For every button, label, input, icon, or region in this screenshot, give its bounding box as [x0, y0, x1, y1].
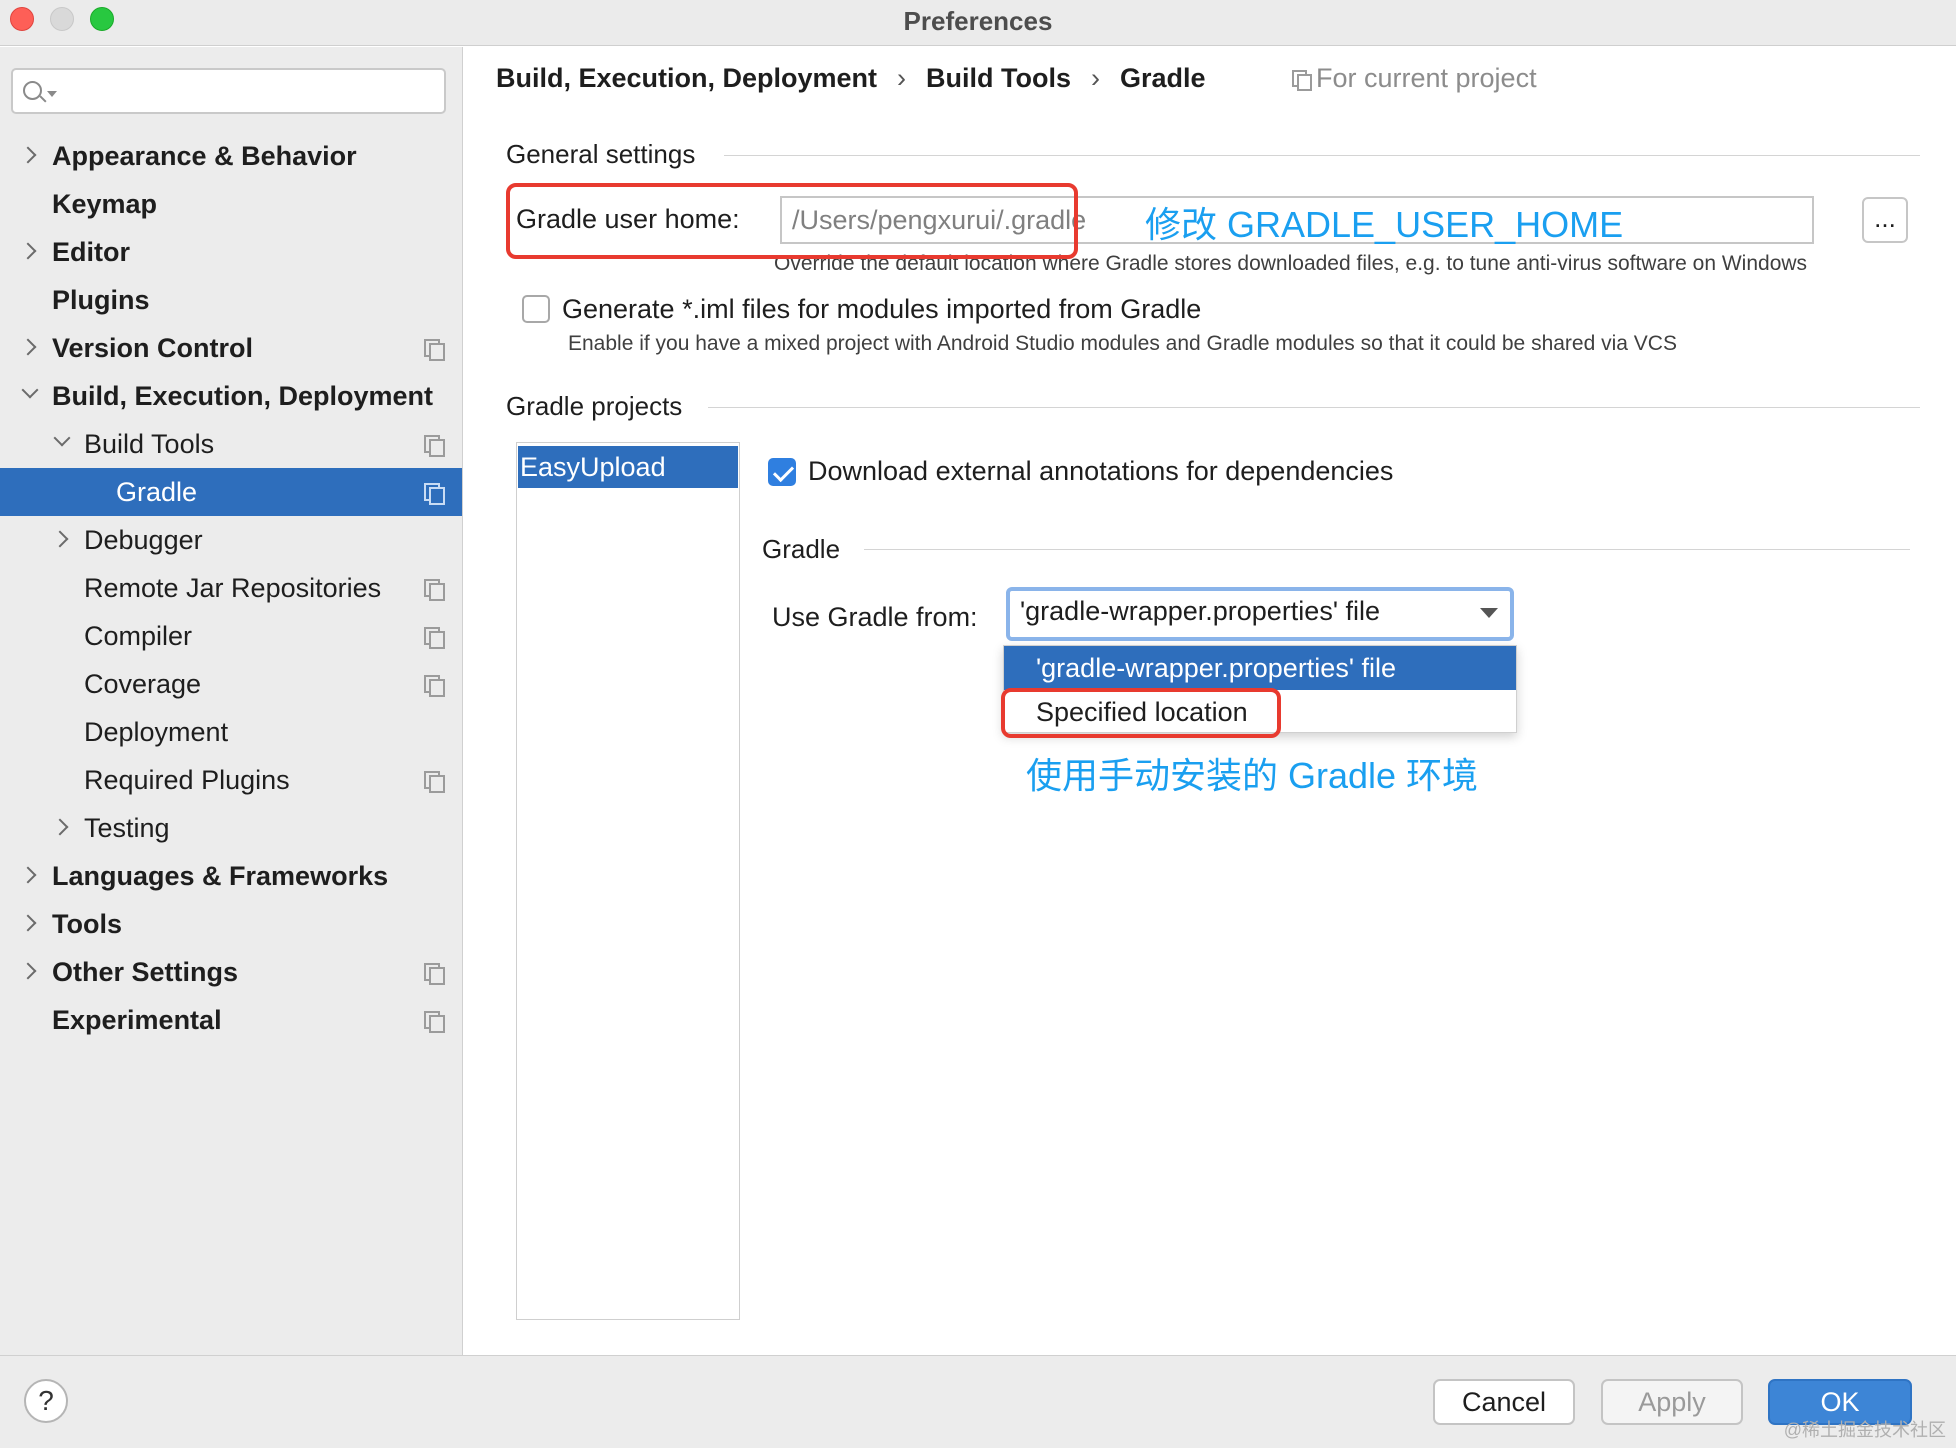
project-scope-icon	[424, 435, 445, 457]
sidebar-item-deployment[interactable]: Deployment	[0, 708, 462, 756]
project-scope-text: For current project	[1316, 63, 1537, 93]
generate-iml-checkbox[interactable]	[522, 295, 550, 323]
annotation-location-note: 使用手动安装的 Gradle 环境	[1026, 755, 1479, 796]
sidebar-item-remote-jar-repositories[interactable]: Remote Jar Repositories	[0, 564, 462, 612]
use-gradle-from-label: Use Gradle from:	[772, 602, 978, 632]
section-divider	[864, 549, 1910, 550]
help-button[interactable]: ?	[24, 1379, 68, 1423]
breadcrumb-item[interactable]: Build Tools	[926, 63, 1071, 94]
annotation-home-note: 修改 GRADLE_USER_HOME	[1145, 204, 1624, 245]
chevron-right-icon[interactable]	[51, 818, 69, 836]
general-settings-title: General settings	[506, 139, 696, 169]
chevron-down-icon[interactable]	[53, 429, 71, 447]
search-icon	[23, 81, 42, 100]
sidebar-item-gradle[interactable]: Gradle	[0, 468, 462, 516]
sidebar-item-build-tools[interactable]: Build Tools	[0, 420, 462, 468]
chevron-right-icon[interactable]	[19, 962, 37, 980]
apply-button[interactable]: Apply	[1601, 1379, 1743, 1425]
sidebar-item-other-settings[interactable]: Other Settings	[0, 948, 462, 996]
gradle-projects-title: Gradle projects	[506, 391, 683, 421]
generate-iml-hint: Enable if you have a mixed project with …	[568, 332, 1677, 355]
cancel-button[interactable]: Cancel	[1433, 1379, 1575, 1425]
download-annotations-checkbox[interactable]	[768, 458, 796, 486]
sidebar-item-debugger[interactable]: Debugger	[0, 516, 462, 564]
sidebar-item-experimental[interactable]: Experimental	[0, 996, 462, 1044]
sidebar-item-languages-frameworks[interactable]: Languages & Frameworks	[0, 852, 462, 900]
project-scope-icon	[424, 579, 445, 601]
sidebar-item-keymap[interactable]: Keymap	[0, 180, 462, 228]
project-scope-icon	[424, 1011, 445, 1033]
project-scope-icon	[424, 339, 445, 361]
sidebar-item-tools[interactable]: Tools	[0, 900, 462, 948]
chevron-right-icon[interactable]	[19, 914, 37, 932]
project-scope-icon	[424, 675, 445, 697]
breadcrumb-item: Gradle	[1120, 63, 1206, 93]
settings-search-input[interactable]	[11, 68, 446, 114]
section-divider	[708, 407, 1920, 408]
sidebar-item-version-control[interactable]: Version Control	[0, 324, 462, 372]
dialog-button-bar: ? Cancel Apply OK @稀土掘金技术社区	[0, 1355, 1956, 1448]
use-gradle-from-select[interactable]: 'gradle-wrapper.properties' file	[1006, 587, 1514, 641]
project-scope-icon	[1292, 70, 1312, 91]
sidebar-item-editor[interactable]: Editor	[0, 228, 462, 276]
use-gradle-from-value: 'gradle-wrapper.properties' file	[1020, 596, 1380, 626]
settings-sidebar: Appearance & Behavior Keymap Editor Plug…	[0, 47, 463, 1355]
project-scope-icon	[424, 963, 445, 985]
breadcrumb-separator: ›	[1091, 63, 1101, 93]
sidebar-item-compiler[interactable]: Compiler	[0, 612, 462, 660]
project-scope-icon	[424, 771, 445, 793]
chevron-right-icon[interactable]	[51, 530, 69, 548]
section-divider	[724, 155, 1920, 156]
window-title: Preferences	[903, 6, 1053, 36]
sidebar-item-coverage[interactable]: Coverage	[0, 660, 462, 708]
gradle-projects-list[interactable]: EasyUpload	[516, 442, 740, 1320]
generate-iml-label: Generate *.iml files for modules importe…	[562, 294, 1202, 324]
download-annotations-label: Download external annotations for depend…	[808, 456, 1394, 486]
annotation-highlight-box	[506, 183, 1078, 259]
chevron-right-icon[interactable]	[19, 866, 37, 884]
gradle-section-title: Gradle	[762, 534, 841, 564]
chevron-down-icon[interactable]	[1480, 608, 1498, 618]
sidebar-item-plugins[interactable]: Plugins	[0, 276, 462, 324]
breadcrumb-item[interactable]: Build, Execution, Deployment	[496, 63, 877, 94]
breadcrumb-separator: ›	[897, 63, 907, 93]
chevron-right-icon[interactable]	[19, 338, 37, 356]
project-scope-icon	[424, 483, 445, 505]
project-scope-icon	[424, 627, 445, 649]
watermark: @稀土掘金技术社区	[1783, 1420, 1946, 1440]
sidebar-item-testing[interactable]: Testing	[0, 804, 462, 852]
chevron-right-icon[interactable]	[19, 146, 37, 164]
annotation-highlight-box	[1001, 688, 1281, 738]
title-bar: Preferences	[0, 0, 1956, 46]
sidebar-item-build-execution-deployment[interactable]: Build, Execution, Deployment	[0, 372, 462, 420]
breadcrumb: Build, Execution, Deployment › Build Tools…	[496, 63, 1206, 94]
dropdown-option-wrapper-properties[interactable]: 'gradle-wrapper.properties' file	[1004, 646, 1516, 690]
search-options-caret-icon[interactable]	[47, 91, 57, 97]
sidebar-item-required-plugins[interactable]: Required Plugins	[0, 756, 462, 804]
list-item[interactable]: EasyUpload	[518, 446, 738, 488]
sidebar-item-appearance-behavior[interactable]: Appearance & Behavior	[0, 132, 462, 180]
chevron-right-icon[interactable]	[19, 242, 37, 260]
project-scope-label: For current project	[1292, 63, 1537, 94]
browse-button[interactable]: ...	[1862, 197, 1908, 243]
chevron-down-icon[interactable]	[21, 381, 39, 399]
settings-main-panel: Build, Execution, Deployment › Build Tools…	[464, 47, 1956, 1355]
